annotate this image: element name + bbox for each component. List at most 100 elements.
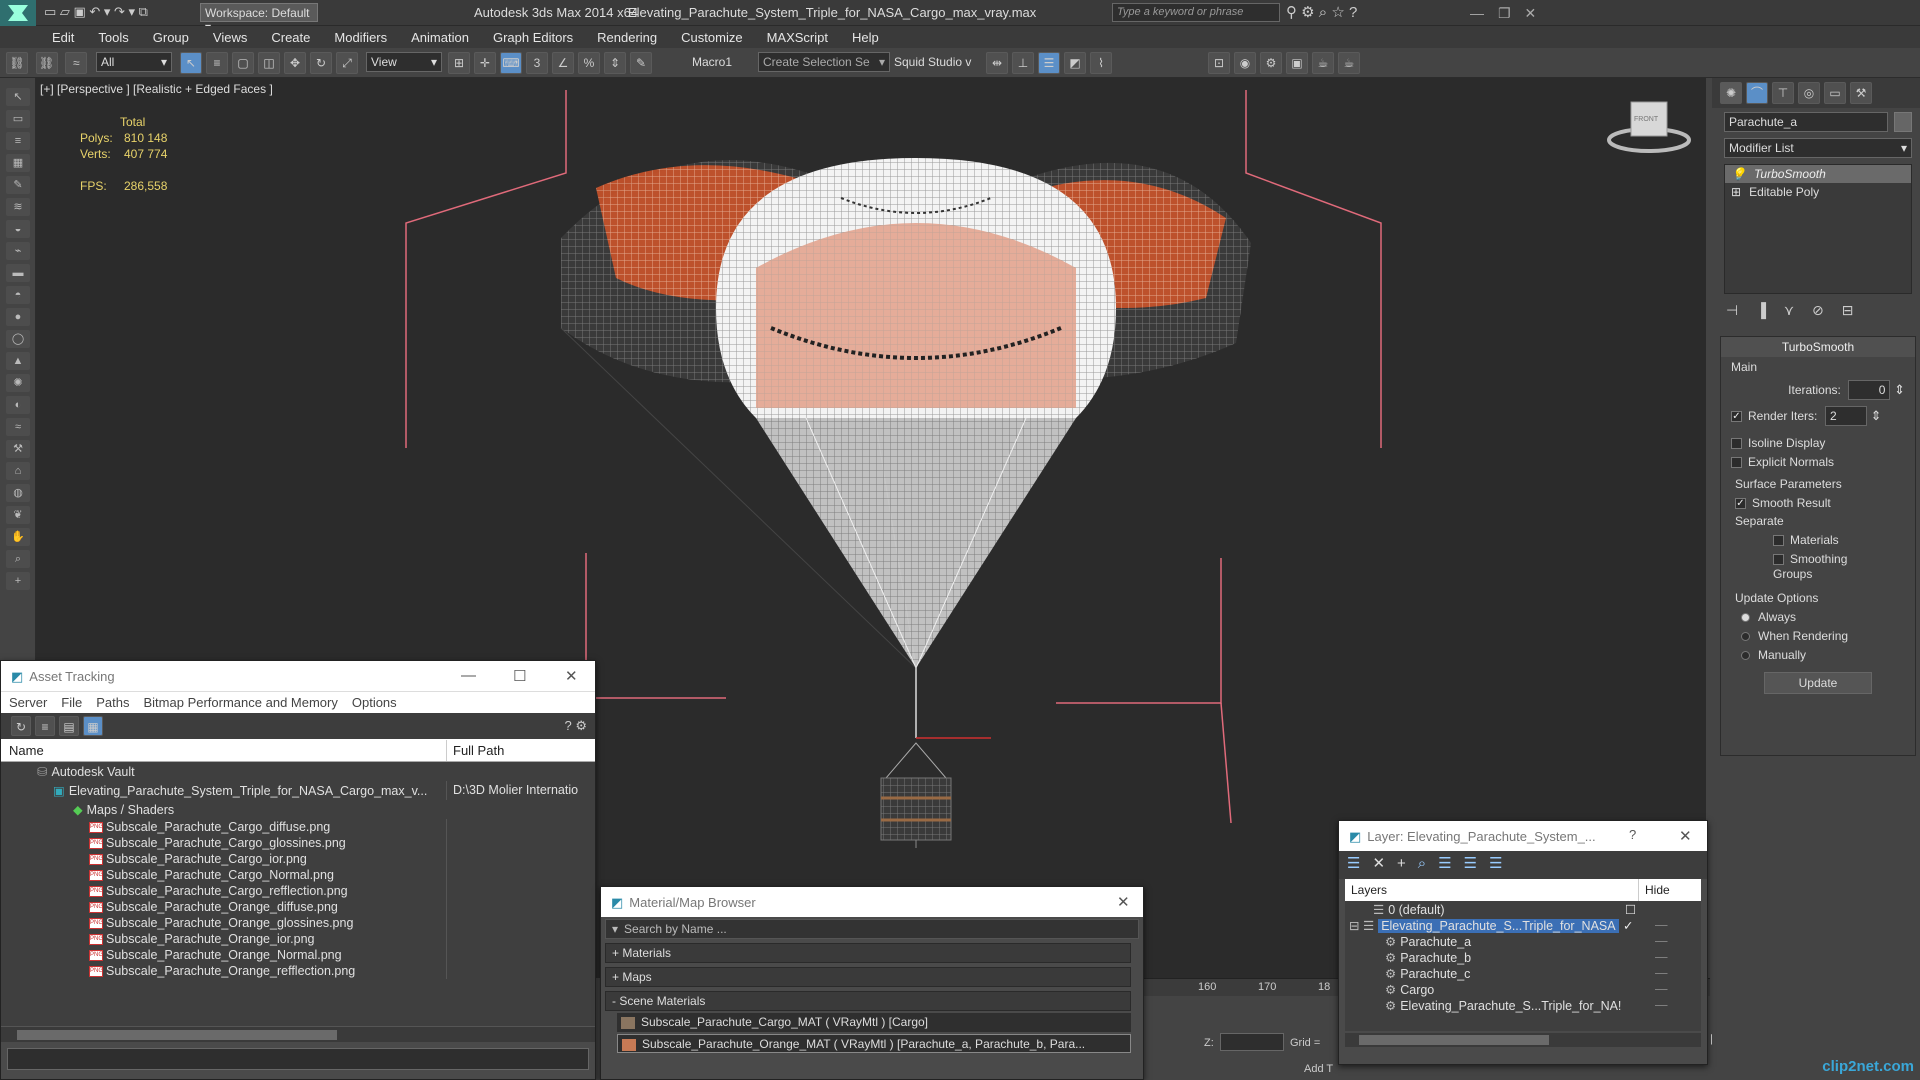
select-object-icon[interactable]: ↖ xyxy=(180,52,202,74)
thumbnail-view-icon[interactable]: ▤ xyxy=(59,716,79,736)
spinner-snap-icon[interactable]: ⇕ xyxy=(604,52,626,74)
smooth-result-checkbox[interactable]: ✓ xyxy=(1735,498,1746,510)
hide-toggle[interactable]: — xyxy=(1655,918,1668,932)
menu-views[interactable]: Views xyxy=(201,26,259,49)
menu-tools[interactable]: Tools xyxy=(86,26,140,49)
stack-editable-poly[interactable]: ⊞ Editable Poly xyxy=(1725,183,1911,201)
viewcube-icon[interactable] xyxy=(1606,96,1692,156)
material-browser-titlebar[interactable]: ◩ Material/Map Browser ✕ xyxy=(601,887,1143,917)
layer-help-icon[interactable]: ? xyxy=(1629,827,1636,842)
motion-tab-icon[interactable]: ◎ xyxy=(1798,82,1820,104)
render-frame-icon[interactable]: ▣ xyxy=(1286,52,1308,74)
tool-zoom-icon[interactable]: ⌕ xyxy=(6,550,30,568)
hierarchy-tab-icon[interactable]: ⊤ xyxy=(1772,82,1794,104)
collapse-icon[interactable]: ⊟ xyxy=(1349,919,1359,933)
tool-hair-icon[interactable]: ≈ xyxy=(6,418,30,436)
hide-all-icon[interactable]: ☰ xyxy=(1464,855,1477,872)
tool-select-icon[interactable]: ↖ xyxy=(6,88,30,106)
modifier-stack[interactable]: 💡 TurboSmooth ⊞ Editable Poly xyxy=(1724,164,1912,294)
object-name-field[interactable]: Parachute_a xyxy=(1724,112,1888,132)
at-menu-server[interactable]: Server xyxy=(9,695,47,710)
close-icon[interactable]: ✕ xyxy=(565,667,578,685)
list-view-icon[interactable]: ≡ xyxy=(35,716,55,736)
layer-manager-icon[interactable]: ☰ xyxy=(1038,52,1060,74)
add-to-layer-icon[interactable]: + xyxy=(1397,855,1406,872)
highlight-layer-icon[interactable]: ☰ xyxy=(1438,855,1451,872)
at-menu-bitmap[interactable]: Bitmap Performance and Memory xyxy=(144,695,338,710)
layer-row-elevating-object[interactable]: ⚙ Elevating_Parachute_S...Triple_for_NA! — xyxy=(1345,997,1701,1013)
viewcube-label[interactable]: FRONT xyxy=(1634,116,1658,123)
menu-customize[interactable]: Customize xyxy=(669,26,754,49)
select-manipulate-icon[interactable]: ✛ xyxy=(474,52,496,74)
stack-turbosmooth[interactable]: 💡 TurboSmooth xyxy=(1725,165,1911,183)
modifier-list-dropdown[interactable]: Modifier List ▾ xyxy=(1724,138,1912,158)
menu-animation[interactable]: Animation xyxy=(399,26,481,49)
asset-file-row[interactable]: PNG Subscale_Parachute_Cargo_ior.png xyxy=(1,851,595,867)
asset-file-row[interactable]: PNG Subscale_Parachute_Orange_glossines.p… xyxy=(1,915,595,931)
layer-scroll-thumb[interactable] xyxy=(1359,1035,1549,1045)
col-path-header[interactable]: Full Path xyxy=(447,740,510,761)
layer-row-parachute-c[interactable]: ⚙ Parachute_c — xyxy=(1345,965,1701,981)
asset-status-field[interactable] xyxy=(7,1048,589,1070)
quick-access-icons[interactable]: ▭ ▱ ▣ ↶ ▾ ↷ ▾ ⧉ xyxy=(44,4,148,20)
at-menu-paths[interactable]: Paths xyxy=(96,695,129,710)
at-menu-file[interactable]: File xyxy=(61,695,82,710)
z-coordinate-input[interactable] xyxy=(1220,1033,1284,1051)
at-help-icons[interactable]: ? ⚙ xyxy=(565,718,588,734)
keyword-search-input[interactable]: Type a keyword or phrase xyxy=(1112,3,1280,22)
link-icon[interactable]: ⛓ xyxy=(6,52,28,74)
modify-tab-icon[interactable]: ⌒ xyxy=(1746,82,1768,104)
tool-grid-icon[interactable]: ▦ xyxy=(6,154,30,172)
material-item[interactable]: Subscale_Parachute_Orange_MAT ( VRayMtl … xyxy=(617,1034,1131,1053)
tool-teapot-icon[interactable]: ◐ xyxy=(6,396,30,414)
keyboard-shortcut-icon[interactable]: ⌨ xyxy=(500,52,522,74)
pivot-icon[interactable]: ⊞ xyxy=(448,52,470,74)
snap-tools[interactable]: ⊞ ✛ ⌨ 3 ∠% ⇕ ✎ xyxy=(446,48,654,78)
select-tools[interactable]: ↖ ≡ ▢ ◫ ✥ ↻ ⤢ xyxy=(178,48,360,78)
minimize-icon[interactable]: — xyxy=(461,667,476,684)
asset-file-row[interactable]: PNG Subscale_Parachute_Cargo_refflection.… xyxy=(1,883,595,899)
macro-label[interactable]: Macro1 xyxy=(692,55,732,69)
named-selection-set-dropdown[interactable]: Create Selection Se ▾ xyxy=(758,52,890,72)
snap-3d-icon[interactable]: 3 xyxy=(526,52,548,74)
add-time-tag[interactable]: Add T xyxy=(1304,1063,1333,1075)
materials-checkbox[interactable] xyxy=(1773,535,1784,547)
maps-group[interactable]: + Maps xyxy=(605,967,1131,987)
max-file-row[interactable]: ▣ Elevating_Parachute_System_Triple_for_N… xyxy=(1,781,595,800)
unlink-icon[interactable]: ⛓ xyxy=(35,52,58,74)
layer-window-titlebar[interactable]: ◩ Layer: Elevating_Parachute_System_... ?… xyxy=(1339,821,1707,851)
scene-materials-group[interactable]: - Scene Materials xyxy=(605,991,1131,1011)
hide-toggle[interactable]: — xyxy=(1655,998,1668,1012)
layer-row-parachute-a[interactable]: ⚙ Parachute_a — xyxy=(1345,933,1701,949)
tool-bone-icon[interactable]: ⌂ xyxy=(6,462,30,480)
isoline-checkbox[interactable] xyxy=(1731,438,1742,450)
workspace-dropdown[interactable]: Workspace: Default ▾ xyxy=(200,3,318,34)
hide-toggle[interactable]: — xyxy=(1655,966,1668,980)
display-tab-icon[interactable]: ▭ xyxy=(1824,82,1846,104)
select-by-name-icon[interactable]: ≡ xyxy=(206,52,228,74)
layers-col-header[interactable]: Layers xyxy=(1345,879,1639,901)
turbosmooth-rollout-title[interactable]: TurboSmooth xyxy=(1721,337,1915,357)
stack-controls[interactable]: ⊣ ▐ ⋎ ⊘ ⊟ xyxy=(1726,302,1853,319)
hide-col-header[interactable]: Hide xyxy=(1639,879,1676,901)
tool-box-icon[interactable]: ▭ xyxy=(6,110,30,128)
maps-shaders-row[interactable]: ◆ Maps / Shaders xyxy=(1,800,595,819)
align-icon[interactable]: ⊥ xyxy=(1012,52,1034,74)
asset-file-row[interactable]: PNG Subscale_Parachute_Orange_diffuse.png xyxy=(1,899,595,915)
layer-hscrollbar[interactable] xyxy=(1345,1033,1701,1047)
update-button[interactable]: Update xyxy=(1764,672,1872,694)
render-production-icon[interactable]: ☕ xyxy=(1312,52,1334,74)
menu-create[interactable]: Create xyxy=(259,26,322,49)
select-in-layer-icon[interactable]: ⌕ xyxy=(1418,855,1426,872)
selection-filter-dropdown[interactable]: All ▾ xyxy=(96,52,172,72)
render-setup-icon[interactable]: ⚙ xyxy=(1260,52,1282,74)
percent-snap-icon[interactable]: % xyxy=(578,52,600,74)
hide-toggle[interactable]: — xyxy=(1655,934,1668,948)
tool-sphere-icon[interactable]: ● xyxy=(6,308,30,326)
maximize-icon[interactable]: ☐ xyxy=(513,667,526,685)
asset-file-row[interactable]: PNG Subscale_Parachute_Cargo_glossines.pn… xyxy=(1,835,595,851)
utilities-tab-icon[interactable]: ⚒ xyxy=(1850,82,1872,104)
right-toolbar-icons[interactable]: ⇹ ⊥ ☰ ◩ ⌇ xyxy=(984,48,1114,78)
squid-studio-label[interactable]: Squid Studio v xyxy=(894,55,971,69)
render-iters-spinner[interactable]: 2 xyxy=(1825,406,1867,426)
